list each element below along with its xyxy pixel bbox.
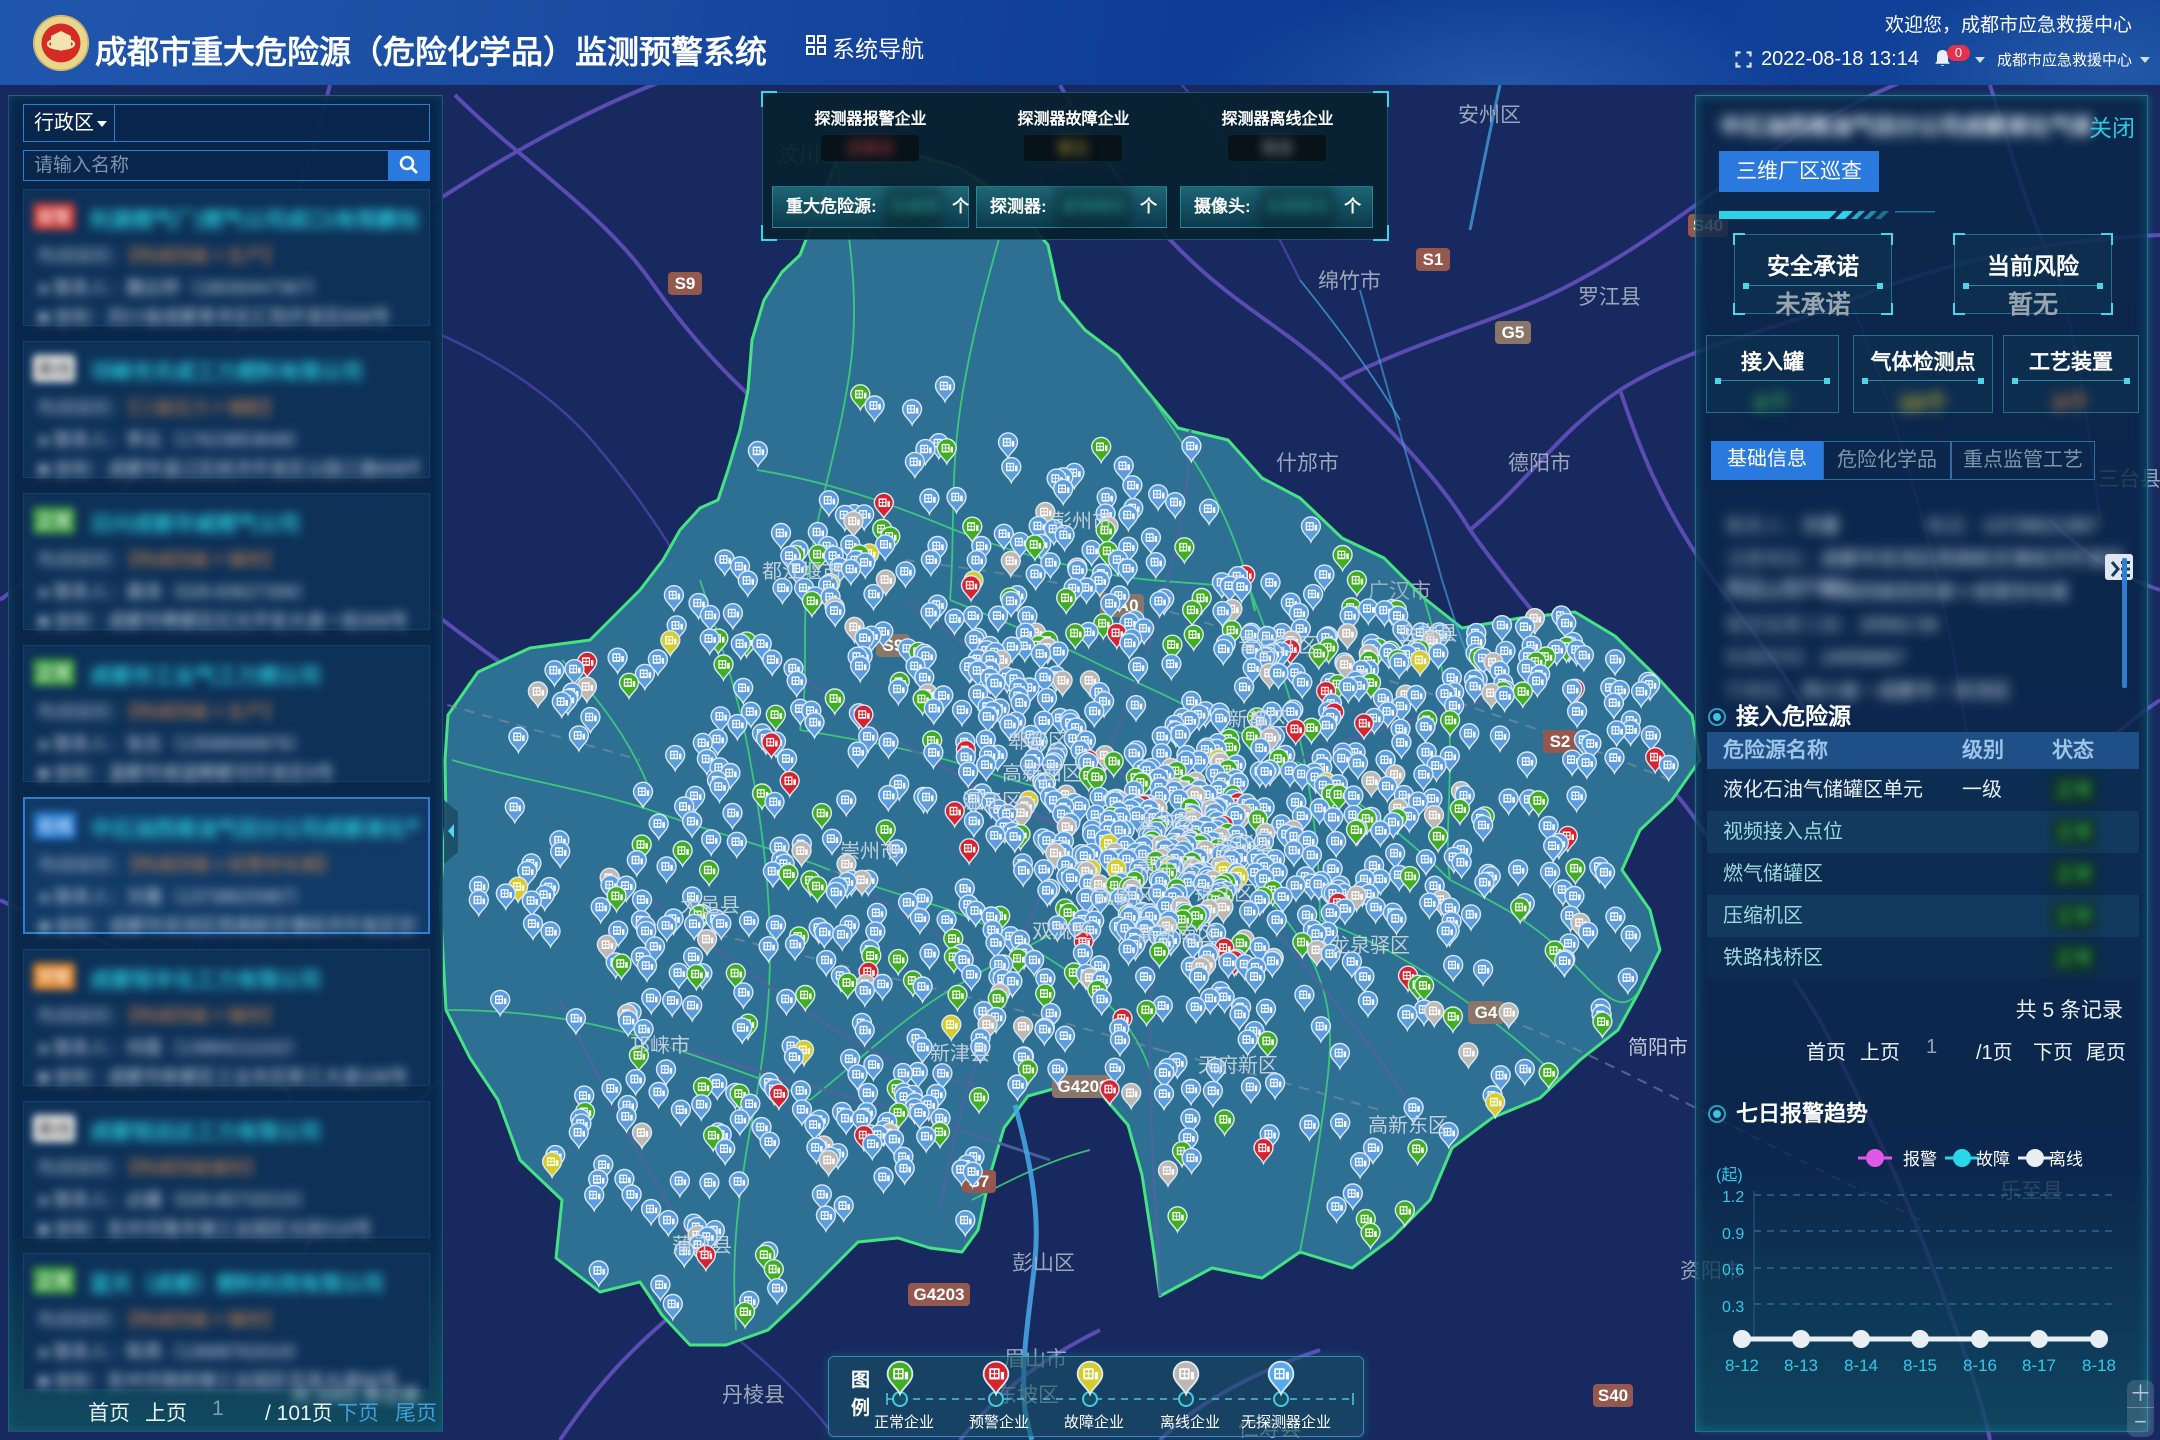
svg-text:S2: S2 (1550, 732, 1571, 751)
svg-text:崇州市: 崇州市 (840, 840, 900, 863)
svg-text:彭州市: 彭州市 (1052, 510, 1112, 533)
svg-text:8-17: 8-17 (2022, 1356, 2056, 1375)
svg-text:离线: 离线 (2049, 1150, 2083, 1169)
svg-text:(起): (起) (1716, 1166, 1743, 1184)
svg-text:都江堰市: 都江堰市 (762, 560, 842, 583)
svg-text:新都区: 新都区 (1228, 708, 1288, 731)
svg-text:青羊区: 青羊区 (1137, 854, 1197, 877)
svg-text:大邑县: 大邑县 (680, 894, 740, 917)
svg-text:8-13: 8-13 (1784, 1356, 1818, 1375)
svg-text:故障: 故障 (1976, 1150, 2010, 1169)
svg-text:高新东区: 高新东区 (1368, 1114, 1448, 1137)
svg-text:丹棱县: 丹棱县 (722, 1384, 785, 1407)
svg-text:郫都区: 郫都区 (1008, 730, 1068, 753)
svg-text:S40: S40 (1598, 1386, 1628, 1405)
svg-text:温江区: 温江区 (962, 790, 1022, 813)
svg-text:高新南区: 高新南区 (1137, 923, 1217, 946)
svg-text:什邡市: 什邡市 (1276, 452, 1339, 475)
svg-text:8-15: 8-15 (1903, 1356, 1937, 1375)
svg-text:8-14: 8-14 (1844, 1356, 1878, 1375)
svg-text:金牛区: 金牛区 (1137, 810, 1197, 833)
svg-text:锦江区: 锦江区 (1194, 882, 1254, 905)
svg-text:双流区: 双流区 (1032, 920, 1092, 943)
svg-text:报警: 报警 (1903, 1150, 1937, 1169)
svg-text:8-16: 8-16 (1963, 1356, 1997, 1375)
svg-text:龙泉驿区: 龙泉驿区 (1330, 934, 1410, 957)
svg-text:S9: S9 (675, 274, 696, 293)
svg-text:广汉市: 广汉市 (1368, 580, 1431, 603)
svg-text:G5: G5 (1502, 323, 1525, 342)
svg-text:天府新区: 天府新区 (1198, 1054, 1278, 1077)
svg-text:邛崃市: 邛崃市 (630, 1034, 690, 1057)
svg-text:武侯区: 武侯区 (1094, 885, 1154, 908)
svg-text:0.6: 0.6 (1722, 1262, 1744, 1279)
svg-text:G4203: G4203 (913, 1285, 964, 1304)
svg-text:8-12: 8-12 (1725, 1356, 1759, 1375)
svg-text:绵竹市: 绵竹市 (1318, 270, 1381, 293)
svg-text:安州区: 安州区 (1458, 104, 1521, 127)
svg-text:0.3: 0.3 (1722, 1299, 1744, 1316)
svg-text:成华区: 成华区 (1215, 832, 1275, 855)
svg-text:金堂县: 金堂县 (1398, 622, 1458, 645)
svg-text:0.9: 0.9 (1722, 1226, 1744, 1243)
svg-text:蒲江县: 蒲江县 (672, 1234, 732, 1257)
svg-text:青白江区: 青白江区 (1238, 634, 1318, 657)
svg-text:8-18: 8-18 (2082, 1356, 2116, 1375)
svg-text:1.2: 1.2 (1722, 1189, 1744, 1206)
svg-text:彭山区: 彭山区 (1012, 1252, 1075, 1275)
svg-text:高新西区: 高新西区 (1002, 762, 1082, 785)
svg-text:罗江县: 罗江县 (1578, 286, 1641, 309)
svg-text:新津县: 新津县 (930, 1042, 990, 1065)
svg-text:德阳市: 德阳市 (1508, 452, 1571, 475)
svg-text:简阳市: 简阳市 (1628, 1036, 1688, 1059)
svg-text:S1: S1 (1423, 250, 1444, 269)
svg-text:G4: G4 (1475, 1003, 1498, 1022)
